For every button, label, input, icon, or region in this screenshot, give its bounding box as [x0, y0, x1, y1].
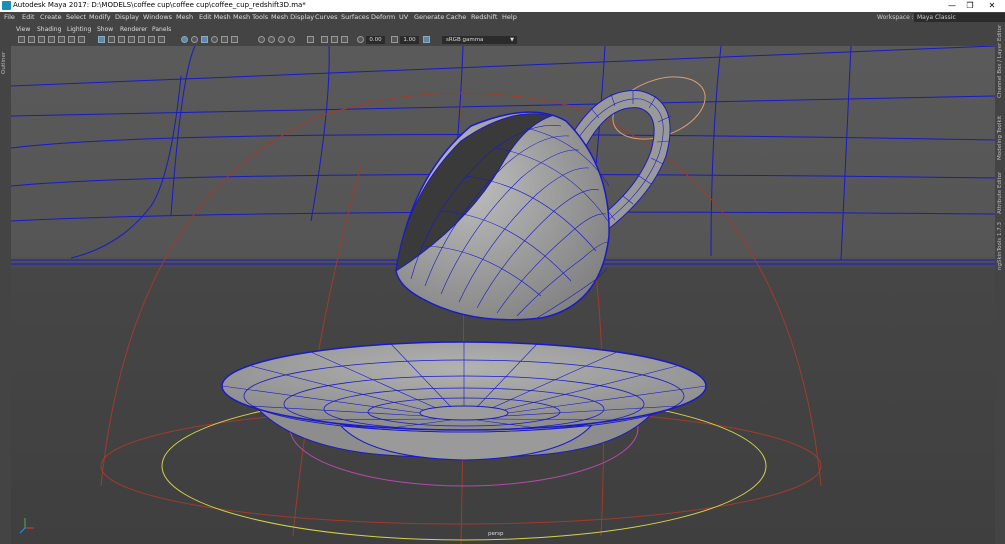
ngskintools-tab[interactable]: ngSkinTools 1.7.3 — [997, 222, 1003, 270]
menu-uv[interactable]: UV — [399, 13, 408, 21]
chevron-down-icon: ▼ — [510, 37, 514, 43]
title-bar: Autodesk Maya 2017: D:\MODELS\coffee cup… — [0, 0, 1005, 12]
color-management-icon[interactable] — [423, 36, 430, 43]
menu-redshift[interactable]: Redshift — [471, 13, 497, 21]
safe-title-icon[interactable] — [148, 36, 155, 43]
menu-edit[interactable]: Edit — [22, 13, 35, 21]
menu-deform[interactable]: Deform — [371, 13, 395, 21]
menu-mesh-display[interactable]: Mesh Display — [271, 13, 314, 21]
menu-select[interactable]: Select — [66, 13, 86, 21]
safe-action-icon[interactable] — [138, 36, 145, 43]
camera-name-label: persp — [488, 531, 504, 537]
default-material-icon[interactable] — [191, 36, 198, 43]
camera-select-icon[interactable] — [18, 36, 25, 43]
right-side-tabs: Channel Box / Layer Editor Modeling Tool… — [995, 24, 1005, 544]
menu-mesh-tools[interactable]: Mesh Tools — [233, 13, 268, 21]
use-all-lights-icon[interactable] — [221, 36, 228, 43]
close-button[interactable]: ✕ — [984, 0, 1000, 12]
gamma-field[interactable]: 1.00 — [400, 36, 419, 44]
menu-windows[interactable]: Windows — [143, 13, 172, 21]
main-menu-bar: File Edit Create Select Modify Display W… — [0, 12, 1005, 24]
menu-create[interactable]: Create — [40, 13, 62, 21]
color-space-label: sRGB gamma — [446, 37, 484, 43]
outliner-tab[interactable]: Outliner — [1, 52, 7, 74]
image-plane-icon[interactable] — [48, 36, 55, 43]
2d-pan-zoom-icon[interactable] — [58, 36, 65, 43]
workspace-dropdown[interactable]: Maya Classic — [914, 13, 1005, 22]
menu-generate[interactable]: Generate — [414, 13, 444, 21]
minimize-button[interactable]: — — [944, 0, 960, 12]
menu-help[interactable]: Help — [502, 13, 517, 21]
panel-menu-show[interactable]: Show — [97, 26, 113, 33]
panel-menu-renderer[interactable]: Renderer — [120, 26, 147, 33]
gamma-icon[interactable] — [391, 36, 398, 43]
shadows-icon[interactable] — [231, 36, 238, 43]
grid-icon[interactable] — [78, 36, 85, 43]
color-space-dropdown[interactable]: sRGB gamma ▼ — [442, 36, 517, 44]
channel-box-tab[interactable]: Channel Box / Layer Editor — [997, 25, 1003, 98]
resolution-gate-icon[interactable] — [108, 36, 115, 43]
workspace-label: Workspace : — [877, 14, 914, 21]
menu-cache[interactable]: Cache — [446, 13, 466, 21]
menu-mesh[interactable]: Mesh — [176, 13, 193, 21]
anti-aliasing-icon[interactable] — [278, 36, 285, 43]
panel-menu-shading[interactable]: Shading — [37, 26, 61, 33]
maya-logo-icon — [2, 1, 11, 10]
menu-curves[interactable]: Curves — [315, 13, 338, 21]
smooth-shade-icon[interactable] — [181, 36, 188, 43]
menu-edit-mesh[interactable]: Edit Mesh — [199, 13, 231, 21]
panel-menu-view[interactable]: View — [16, 26, 30, 33]
wireframe-on-shaded-icon[interactable] — [201, 36, 208, 43]
xray-active-icon[interactable] — [331, 36, 338, 43]
menu-surfaces[interactable]: Surfaces — [341, 13, 369, 21]
panel-toolbar: 0.00 1.00 sRGB gamma ▼ — [11, 35, 995, 46]
isolate-select-icon[interactable] — [307, 36, 314, 43]
film-gate-icon[interactable] — [98, 36, 105, 43]
left-side-strip: Outliner — [0, 24, 11, 544]
panel-menu-panels[interactable]: Panels — [152, 26, 171, 33]
perspective-viewport[interactable] — [11, 46, 995, 544]
textured-icon[interactable] — [211, 36, 218, 43]
panel-menu-bar: View Shading Lighting Show Renderer Pane… — [11, 24, 995, 35]
exposure-icon[interactable] — [357, 36, 364, 43]
menu-file[interactable]: File — [4, 13, 15, 21]
maximize-button[interactable]: ❐ — [962, 0, 978, 12]
camera-attributes-icon[interactable] — [28, 36, 35, 43]
menu-display[interactable]: Display — [115, 13, 139, 21]
window-title: Autodesk Maya 2017: D:\MODELS\coffee cup… — [13, 1, 306, 9]
attribute-editor-tab[interactable]: Attribute Editor — [997, 172, 1003, 214]
motion-blur-icon[interactable] — [268, 36, 275, 43]
screen-space-ao-icon[interactable] — [258, 36, 265, 43]
wireframe-icon[interactable] — [158, 36, 165, 43]
grease-pencil-icon[interactable] — [68, 36, 75, 43]
gate-mask-icon[interactable] — [118, 36, 125, 43]
field-chart-icon[interactable] — [128, 36, 135, 43]
modeling-toolkit-tab[interactable]: Modeling Toolkit — [997, 116, 1003, 160]
depth-of-field-icon[interactable] — [288, 36, 295, 43]
panel-menu-lighting[interactable]: Lighting — [67, 26, 91, 33]
xray-joints-icon[interactable] — [341, 36, 348, 43]
bookmarks-icon[interactable] — [38, 36, 45, 43]
menu-modify[interactable]: Modify — [89, 13, 111, 21]
exposure-field[interactable]: 0.00 — [366, 36, 385, 44]
xray-icon[interactable] — [321, 36, 328, 43]
